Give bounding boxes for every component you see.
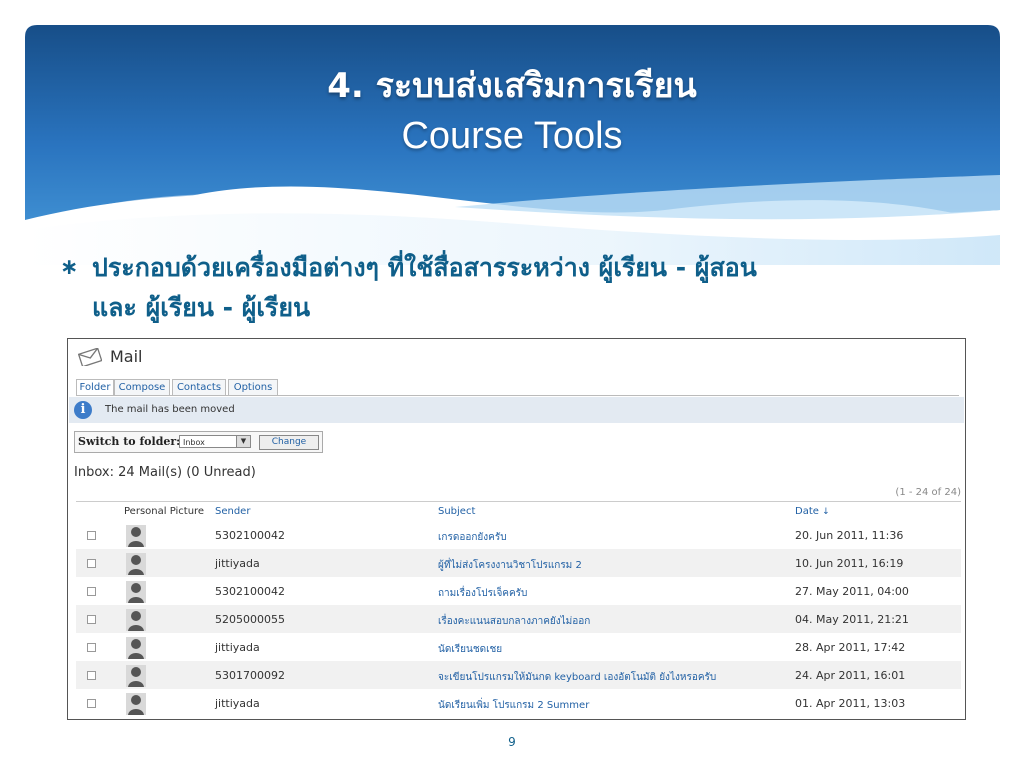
switch-folder-bar: Switch to folder: Inbox ▼ Change bbox=[74, 431, 323, 453]
row-date: 24. Apr 2011, 16:01 bbox=[795, 669, 906, 682]
row-checkbox[interactable] bbox=[87, 671, 96, 680]
tab-compose[interactable]: Compose bbox=[114, 379, 170, 396]
row-sender: 5205000055 bbox=[215, 613, 285, 626]
row-date: 04. May 2011, 21:21 bbox=[795, 613, 909, 626]
row-date: 01. Apr 2011, 13:03 bbox=[795, 697, 906, 710]
column-personal-picture: Personal Picture bbox=[124, 506, 205, 517]
tab-options[interactable]: Options bbox=[228, 379, 278, 396]
row-checkbox[interactable] bbox=[87, 643, 96, 652]
notice-message: The mail has been moved bbox=[105, 404, 235, 415]
page-number: 9 bbox=[508, 735, 516, 749]
row-subject[interactable]: ผู้ที่ไม่ส่งโครงงานวิชาโปรแกรม 2 bbox=[438, 558, 582, 573]
row-sender: jittiyada bbox=[215, 641, 260, 654]
avatar-icon bbox=[126, 637, 146, 659]
bullet-text-line-1: ประกอบด้วยเครื่องมือต่างๆ ที่ใช้สื่อสารร… bbox=[92, 253, 757, 282]
tab-folder[interactable]: Folder bbox=[76, 379, 114, 396]
row-checkbox[interactable] bbox=[87, 615, 96, 624]
avatar-icon bbox=[126, 581, 146, 603]
avatar-icon bbox=[126, 609, 146, 631]
folder-select[interactable]: Inbox ▼ bbox=[179, 435, 251, 448]
envelope-icon bbox=[78, 348, 102, 366]
column-sender[interactable]: Sender bbox=[215, 506, 250, 517]
row-checkbox[interactable] bbox=[87, 531, 96, 540]
avatar-icon bbox=[126, 525, 146, 547]
row-date: 28. Apr 2011, 17:42 bbox=[795, 641, 906, 654]
row-subject[interactable]: เรื่องคะแนนสอบกลางภาคยังไม่ออก bbox=[438, 614, 590, 629]
table-row[interactable]: jittiyada นัดเรียนชดเชย 28. Apr 2011, 17… bbox=[76, 633, 961, 661]
table-row[interactable]: 5302100042 ถามเรื่องโปรเจ็คครับ 27. May … bbox=[76, 577, 961, 605]
row-sender: 5301700092 bbox=[215, 669, 285, 682]
row-checkbox[interactable] bbox=[87, 587, 96, 596]
bullet-text-line-2: และ ผู้เรียน - ผู้เรียน bbox=[92, 293, 311, 322]
sort-desc-icon: ↓ bbox=[822, 507, 830, 517]
mail-range: (1 - 24 of 24) bbox=[895, 487, 961, 498]
bullet-icon: ∗ bbox=[60, 255, 79, 280]
mail-screenshot: Mail Folder Compose Contacts Options i T… bbox=[67, 338, 966, 720]
mail-table: Personal Picture Sender Subject Date ↓ 5… bbox=[76, 501, 961, 715]
change-button[interactable]: Change bbox=[259, 435, 319, 450]
row-sender: 5302100042 bbox=[215, 529, 285, 542]
table-row[interactable]: jittiyada ผู้ที่ไม่ส่งโครงงานวิชาโปรแกรม… bbox=[76, 549, 961, 577]
avatar-icon bbox=[126, 693, 146, 715]
row-sender: jittiyada bbox=[215, 557, 260, 570]
info-notice: i The mail has been moved bbox=[69, 397, 964, 423]
mail-title: Mail bbox=[110, 347, 143, 366]
row-date: 20. Jun 2011, 11:36 bbox=[795, 529, 904, 542]
slide-title-thai: 4. ระบบส่งเสริมการเรียน bbox=[327, 66, 697, 106]
chevron-down-icon[interactable]: ▼ bbox=[236, 436, 250, 447]
tab-contacts[interactable]: Contacts bbox=[172, 379, 226, 396]
table-header: Personal Picture Sender Subject Date ↓ bbox=[76, 502, 961, 520]
row-date: 10. Jun 2011, 16:19 bbox=[795, 557, 904, 570]
inbox-summary: Inbox: 24 Mail(s) (0 Unread) bbox=[74, 465, 256, 480]
row-subject[interactable]: เกรดออกยังครับ bbox=[438, 530, 507, 545]
row-checkbox[interactable] bbox=[87, 559, 96, 568]
column-subject[interactable]: Subject bbox=[438, 506, 475, 517]
table-row[interactable]: 5301700092 จะเขียนโปรแกรมให้มันกด keyboa… bbox=[76, 661, 961, 689]
row-sender: jittiyada bbox=[215, 697, 260, 710]
row-date: 27. May 2011, 04:00 bbox=[795, 585, 909, 598]
row-sender: 5302100042 bbox=[215, 585, 285, 598]
table-row[interactable]: 5302100042 เกรดออกยังครับ 20. Jun 2011, … bbox=[76, 521, 961, 549]
column-date-label: Date bbox=[795, 506, 819, 517]
table-row[interactable]: 5205000055 เรื่องคะแนนสอบกลางภาคยังไม่ออ… bbox=[76, 605, 961, 633]
row-subject[interactable]: ถามเรื่องโปรเจ็คครับ bbox=[438, 586, 527, 601]
row-subject[interactable]: จะเขียนโปรแกรมให้มันกด keyboard เองอัตโน… bbox=[438, 670, 716, 685]
row-subject[interactable]: นัดเรียนเพิ่ม โปรแกรม 2 Summer bbox=[438, 698, 589, 713]
avatar-icon bbox=[126, 665, 146, 687]
avatar-icon bbox=[126, 553, 146, 575]
slide-title-english: Course Tools bbox=[401, 115, 623, 157]
row-subject[interactable]: นัดเรียนชดเชย bbox=[438, 642, 502, 657]
tab-divider bbox=[76, 395, 959, 396]
info-icon: i bbox=[74, 401, 92, 419]
column-date[interactable]: Date ↓ bbox=[795, 506, 830, 517]
switch-folder-label: Switch to folder: bbox=[78, 435, 181, 448]
row-checkbox[interactable] bbox=[87, 699, 96, 708]
table-row[interactable]: jittiyada นัดเรียนเพิ่ม โปรแกรม 2 Summer… bbox=[76, 689, 961, 717]
folder-select-value: Inbox bbox=[183, 438, 205, 447]
